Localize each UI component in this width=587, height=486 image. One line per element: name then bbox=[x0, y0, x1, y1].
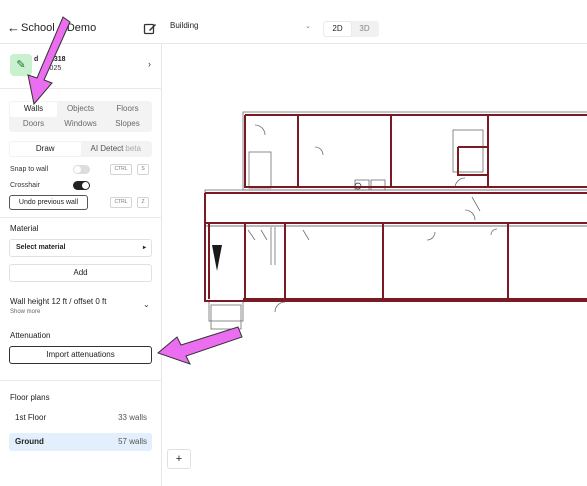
beta-badge: beta bbox=[125, 144, 141, 153]
mode-ai-detect-label: AI Detect bbox=[90, 144, 124, 153]
kbd-ctrl: CTRL bbox=[110, 164, 132, 175]
divider bbox=[0, 217, 162, 218]
account-line-1: d #2318 bbox=[34, 56, 66, 63]
floor-plan-drawing bbox=[204, 111, 587, 330]
snap-to-wall-toggle[interactable] bbox=[73, 165, 90, 174]
project-title[interactable]: School Demo bbox=[21, 22, 96, 34]
sidebar: ✎ d #2318 2025 › Walls Objects Floors Do… bbox=[0, 44, 162, 486]
chevron-right-icon: › bbox=[148, 59, 151, 69]
account-selector[interactable]: ✎ d #2318 2025 › bbox=[10, 54, 155, 78]
floor-plan-item[interactable]: 1st Floor 33 walls bbox=[9, 409, 152, 427]
crosshair-label: Crosshair bbox=[10, 182, 40, 189]
import-attenuations-button[interactable]: Import attenuations bbox=[9, 346, 152, 364]
tool-windows[interactable]: Windows bbox=[57, 117, 104, 132]
divider bbox=[0, 380, 162, 381]
back-arrow-icon[interactable]: ← bbox=[7, 20, 20, 35]
tool-doors[interactable]: Doors bbox=[10, 117, 57, 132]
floor-plan-wall-count: 57 walls bbox=[118, 437, 147, 446]
wall-height-label: Wall height 12 ft / offset 0 ft bbox=[10, 297, 107, 306]
caret-right-icon: ▸ bbox=[142, 245, 146, 251]
top-bar: ← School Demo Building ⌄ 2D 3D bbox=[0, 0, 587, 44]
add-material-button[interactable]: Add bbox=[9, 264, 152, 282]
floor-plan-wall-count: 33 walls bbox=[118, 413, 147, 422]
undo-shortcut-row: CTRL Z bbox=[10, 197, 153, 209]
snap-to-wall-row: Snap to wall CTRL S bbox=[10, 164, 153, 176]
snap-to-wall-label: Snap to wall bbox=[10, 166, 49, 173]
draw-mode-toggle: Draw AI Detect beta bbox=[9, 141, 152, 157]
floor-plan-canvas[interactable] bbox=[163, 45, 587, 486]
kbd-s: S bbox=[137, 164, 149, 175]
mode-draw[interactable]: Draw bbox=[10, 142, 81, 156]
chevron-down-icon: ⌄ bbox=[305, 23, 311, 30]
view-2d-button[interactable]: 2D bbox=[324, 22, 351, 36]
edit-square-icon[interactable] bbox=[143, 22, 157, 36]
show-more-link[interactable]: Show more bbox=[10, 309, 40, 315]
floor-plan-item[interactable]: Ground 57 walls bbox=[9, 433, 152, 451]
tool-walls[interactable]: Walls bbox=[10, 102, 57, 117]
divider bbox=[0, 88, 162, 89]
floor-select-value: Building bbox=[170, 21, 199, 30]
view-3d-button[interactable]: 3D bbox=[351, 22, 378, 36]
tool-objects[interactable]: Objects bbox=[57, 102, 104, 117]
material-select-label: Select material bbox=[16, 244, 66, 251]
floor-plans-heading: Floor plans bbox=[10, 393, 50, 402]
material-heading: Material bbox=[10, 224, 39, 233]
tool-floors[interactable]: Floors bbox=[104, 102, 151, 117]
crosshair-row: Crosshair bbox=[10, 180, 153, 192]
pencil-icon: ✎ bbox=[10, 54, 32, 76]
account-line-2: 2025 bbox=[34, 65, 62, 72]
tool-slopes[interactable]: Slopes bbox=[104, 117, 151, 132]
chevron-down-icon[interactable]: ⌄ bbox=[143, 300, 150, 309]
kbd-ctrl: CTRL bbox=[110, 197, 132, 208]
floor-select[interactable]: Building ⌄ bbox=[170, 21, 315, 37]
material-select[interactable]: Select material ▸ bbox=[9, 239, 152, 257]
kbd-z: Z bbox=[137, 197, 149, 208]
mode-ai-detect[interactable]: AI Detect beta bbox=[81, 142, 152, 156]
floor-plan-name: Ground bbox=[15, 437, 44, 446]
stair-marker bbox=[212, 245, 222, 271]
floor-plan-name: 1st Floor bbox=[15, 413, 47, 422]
tool-selector: Walls Objects Floors Doors Windows Slope… bbox=[9, 101, 152, 132]
view-mode-toggle: 2D 3D bbox=[323, 21, 379, 37]
crosshair-toggle[interactable] bbox=[73, 181, 90, 190]
attenuation-heading: Attenuation bbox=[10, 331, 51, 340]
zoom-in-button[interactable]: + bbox=[167, 449, 191, 469]
